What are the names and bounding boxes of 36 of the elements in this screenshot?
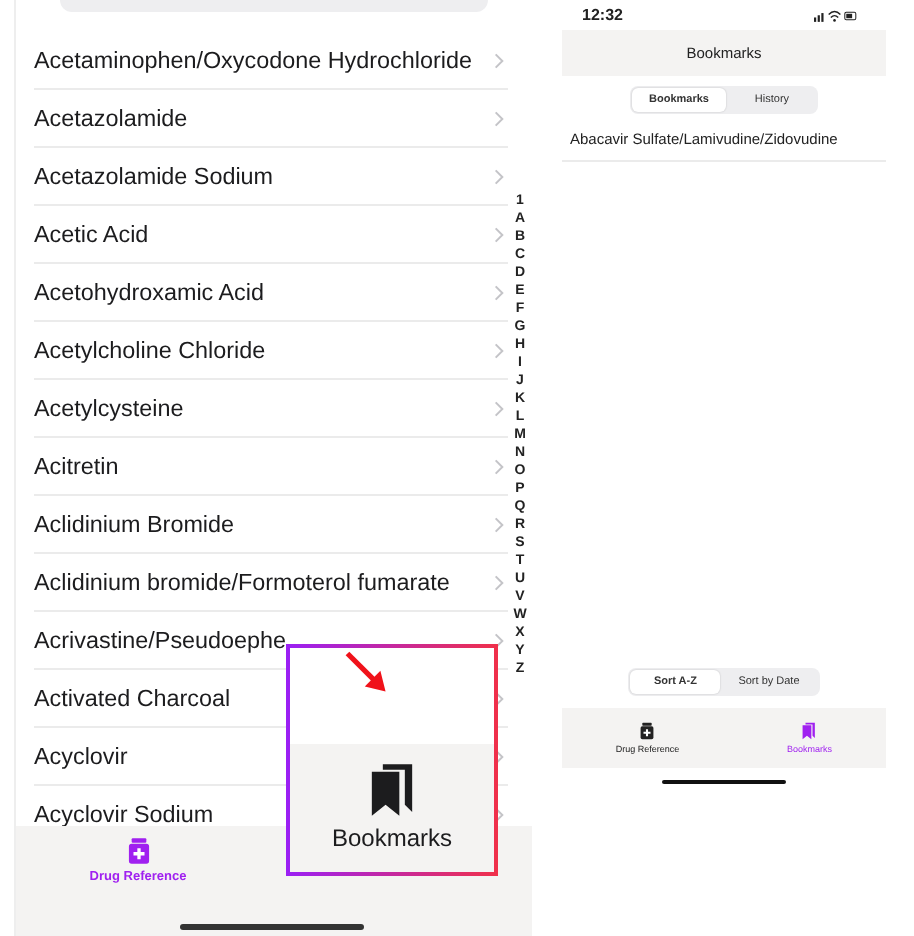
- drug-name[interactable]: Acyclovir Sodium: [34, 801, 214, 826]
- chevron-icon: [494, 573, 504, 591]
- status-time: 12:32: [582, 6, 623, 24]
- chevron-icon: [494, 167, 504, 185]
- chevron-icon: [494, 51, 504, 69]
- chevron-icon: [494, 689, 504, 707]
- plus-box-icon: [127, 838, 149, 864]
- chevron-icon: [494, 341, 504, 359]
- home-indicator: [662, 780, 786, 784]
- bookmarks-icon: [802, 722, 817, 740]
- drug-name[interactable]: Acetic Acid: [34, 221, 149, 247]
- drug-name[interactable]: Acetylcholine Chloride: [34, 337, 266, 363]
- drug-name[interactable]: Acetohydroxamic Acid: [34, 279, 264, 305]
- chevron-icon: [494, 805, 504, 823]
- drug-name[interactable]: Acitretin: [34, 453, 119, 479]
- chevron-icon: [494, 631, 504, 649]
- drug-name[interactable]: Aclidinium bromide/Formoterol fumarate: [34, 569, 450, 595]
- drug-name[interactable]: Acetylcysteine: [34, 395, 184, 421]
- drug-name[interactable]: Acetazolamide Sodium: [34, 163, 274, 189]
- drug-name[interactable]: Activated Charcoal: [34, 685, 231, 711]
- drug-name[interactable]: Acetaminophen/Oxycodone Hydrochloride: [34, 47, 472, 73]
- drug-name[interactable]: Acrivastine/Pseudoephe: [34, 627, 287, 653]
- plus-box-icon: [640, 722, 655, 740]
- chevron-icon: [494, 457, 504, 475]
- chevron-icon: [494, 515, 504, 533]
- bookmarks-icon: [370, 764, 414, 816]
- status-icons: [814, 9, 858, 21]
- drug-name[interactable]: Acyclovir: [34, 743, 128, 769]
- callout-label: Bookmarks: [331, 824, 453, 852]
- drug-name[interactable]: Aclidinium Bromide: [34, 511, 235, 537]
- chevron-icon: [494, 109, 504, 127]
- chevron-icon: [494, 283, 504, 301]
- chevron-icon: [494, 747, 504, 765]
- drug-name[interactable]: Acetazolamide: [34, 105, 188, 131]
- chevron-icon: [494, 399, 504, 417]
- chevron-icon: [494, 225, 504, 243]
